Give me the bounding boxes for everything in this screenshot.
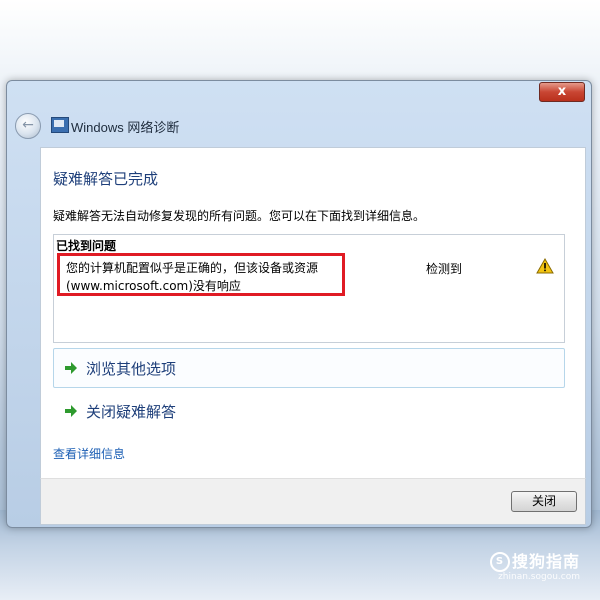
close-troubleshooter-label: 关闭疑难解答 — [86, 403, 177, 421]
close-troubleshooter-button[interactable]: 关闭疑难解答 — [53, 396, 253, 426]
network-diagnostics-window: x ← Windows 网络诊断 疑难解答已完成 疑难解答无法自动修复发现的所有… — [6, 80, 592, 528]
green-arrow-icon — [65, 405, 77, 417]
browse-other-options-button[interactable]: 浏览其他选项 — [53, 348, 565, 388]
warning-icon — [536, 258, 554, 274]
back-button[interactable]: ← — [15, 113, 41, 139]
problem-description[interactable]: 您的计算机配置似乎是正确的，但该设备或资源(www.microsoft.com)… — [66, 259, 336, 295]
green-arrow-icon — [65, 362, 77, 374]
description-text: 疑难解答无法自动修复发现的所有问题。您可以在下面找到详细信息。 — [53, 209, 426, 223]
problems-header: 已找到问题 — [56, 239, 117, 253]
desktop-background-top — [0, 0, 600, 80]
back-arrow-icon: ← — [22, 117, 34, 133]
view-details-link[interactable]: 查看详细信息 — [53, 445, 125, 462]
window-close-button[interactable]: x — [539, 82, 585, 102]
problem-status: 检测到 — [426, 262, 463, 276]
close-button[interactable]: 关闭 — [511, 491, 577, 512]
main-content: 疑难解答已完成 疑难解答无法自动修复发现的所有问题。您可以在下面找到详细信息。 … — [40, 147, 586, 480]
problems-found-panel: 已找到问题 您的计算机配置似乎是正确的，但该设备或资源(www.microsof… — [53, 234, 565, 343]
browse-other-options-label: 浏览其他选项 — [86, 360, 177, 378]
network-diagnostics-icon — [51, 117, 69, 133]
window-title: Windows 网络诊断 — [71, 120, 180, 135]
dialog-footer: 关闭 — [40, 478, 586, 525]
watermark-main: S 搜狗指南 — [489, 548, 580, 572]
sogou-logo-icon: S — [489, 552, 510, 572]
page-title: 疑难解答已完成 — [53, 170, 159, 188]
watermark-url: zhinan.sogou.com — [498, 572, 580, 582]
watermark-title: 搜狗指南 — [511, 551, 580, 571]
sogou-watermark: S 搜狗指南 zhinan.sogou.com — [489, 548, 580, 582]
